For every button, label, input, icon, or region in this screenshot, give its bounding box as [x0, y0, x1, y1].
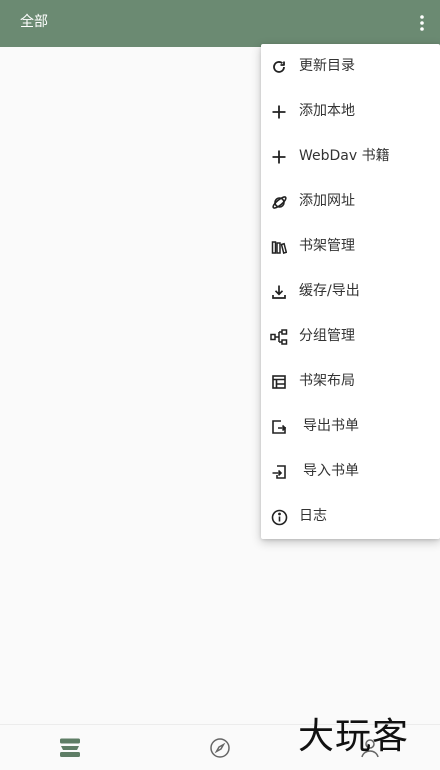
menu-item-refresh-catalog[interactable]: 更新目录 — [261, 44, 440, 89]
menu-item-group-manage[interactable]: 分组管理 — [261, 314, 440, 359]
planet-icon — [270, 193, 288, 211]
import-icon — [270, 463, 288, 481]
app-screen: 全部 更新目录 添加本地 WebDav 书籍 添加网址 书架管理 缓存/导出 分… — [0, 0, 440, 770]
bookshelf-icon — [270, 238, 288, 256]
overflow-menu: 更新目录 添加本地 WebDav 书籍 添加网址 书架管理 缓存/导出 分组管理… — [261, 44, 440, 539]
menu-item-bookshelf-layout[interactable]: 书架布局 — [261, 359, 440, 404]
export-icon — [270, 418, 288, 436]
top-toolbar: 全部 — [0, 0, 440, 47]
menu-item-label: 添加网址 — [299, 193, 355, 209]
menu-item-export-booklist[interactable]: 导出书单 — [261, 404, 440, 449]
menu-item-add-url[interactable]: 添加网址 — [261, 179, 440, 224]
bookshelf-stack-icon — [58, 737, 82, 763]
menu-item-log[interactable]: 日志 — [261, 494, 440, 539]
plus-icon — [270, 148, 288, 166]
plus-icon — [270, 103, 288, 121]
menu-item-label: 书架管理 — [299, 238, 355, 254]
layout-icon — [270, 373, 288, 391]
menu-item-bookshelf-manage[interactable]: 书架管理 — [261, 224, 440, 269]
menu-item-label: 分组管理 — [299, 328, 355, 344]
nav-discover[interactable] — [207, 737, 233, 763]
menu-item-webdav-books[interactable]: WebDav 书籍 — [261, 134, 440, 179]
download-icon — [270, 283, 288, 301]
info-icon — [270, 508, 288, 526]
menu-item-label: 更新目录 — [299, 58, 355, 74]
refresh-icon — [270, 58, 288, 76]
page-title: 全部 — [20, 14, 48, 30]
menu-item-label: 导出书单 — [303, 418, 359, 434]
nav-bookshelf[interactable] — [57, 737, 83, 763]
menu-item-cache-export[interactable]: 缓存/导出 — [261, 269, 440, 314]
menu-item-label: 导入书单 — [303, 463, 359, 479]
menu-item-label: 添加本地 — [299, 103, 355, 119]
menu-item-label: 缓存/导出 — [299, 283, 360, 299]
group-icon — [270, 328, 288, 346]
more-vert-icon[interactable] — [410, 10, 434, 36]
menu-item-import-booklist[interactable]: 导入书单 — [261, 449, 440, 494]
watermark-text: 大玩客 — [298, 716, 410, 757]
menu-item-label: WebDav 书籍 — [299, 148, 390, 164]
menu-item-label: 日志 — [299, 508, 327, 524]
menu-item-add-local[interactable]: 添加本地 — [261, 89, 440, 134]
compass-icon — [209, 737, 231, 763]
menu-item-label: 书架布局 — [299, 373, 355, 389]
